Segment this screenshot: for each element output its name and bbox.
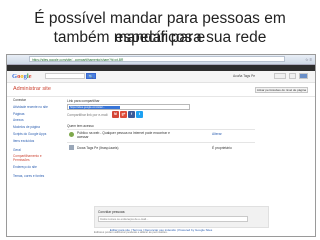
site-header: Google 🔍 Acuña Tags Pe <box>7 71 315 83</box>
admin-sidebar: Conectar Atividade recente no site Págin… <box>13 98 59 182</box>
change-access-link[interactable]: Alterar <box>212 132 222 136</box>
sharing-panel: Link para compartilhar https://sites.goo… <box>67 99 311 234</box>
sidebar-item-deleted-items[interactable]: Itens excluídos <box>13 139 59 144</box>
twitter-icon[interactable]: t <box>136 111 143 118</box>
page-title: Administrar site <box>13 86 51 92</box>
facebook-icon[interactable]: f <box>128 111 135 118</box>
sidebar-item-site-address[interactable]: Endereço do site <box>13 165 59 170</box>
invite-label: Convidar pessoas: <box>98 210 126 214</box>
invite-input[interactable] <box>98 216 248 222</box>
owner-role: É proprietário <box>212 146 232 150</box>
user-name[interactable]: Acuña Tags Pe <box>233 74 255 78</box>
sidebar-item-general[interactable]: Geral <box>13 148 59 153</box>
search-input[interactable] <box>45 73 85 79</box>
sidebar-item-recent-activity[interactable]: Atividade recente no site <box>13 105 59 110</box>
page-permissions-button[interactable]: Ativar permissões do nível de página <box>255 87 308 93</box>
person-icon <box>69 145 74 150</box>
sidebar-item-conectar[interactable]: Conectar <box>13 98 59 103</box>
notifications-button[interactable] <box>289 73 296 79</box>
sidebar-item-themes[interactable]: Temas, cores e fontes <box>13 174 59 179</box>
browser-menu-icon[interactable]: ☆ ≡ <box>305 57 312 62</box>
sidebar-item-attachments[interactable]: Anexos <box>13 119 59 123</box>
site-footer[interactable]: Editar para site | Termos | Denunciar us… <box>7 228 315 232</box>
screenshot-frame: https://sites.google.com/site/...compart… <box>6 54 316 237</box>
share-button[interactable] <box>274 73 286 79</box>
slide-title-line-2: também mandar para sua rede <box>53 29 267 46</box>
sidebar-item-sharing[interactable]: Compartilhamento e Permissões <box>13 155 59 163</box>
owner-name: Dowa Tags Pe (Itrasp-iaaris) <box>77 146 119 150</box>
globe-icon <box>69 132 74 137</box>
address-bar[interactable]: https://sites.google.com/site/...compart… <box>29 56 285 62</box>
share-link-field[interactable]: https://sites.google.com/site/... <box>67 104 190 110</box>
gmail-icon[interactable]: M <box>112 111 119 118</box>
google-plus-icon[interactable]: g+ <box>120 111 127 118</box>
share-link-label: Link para compartilhar <box>67 99 100 103</box>
admin-bar: Administrar site Ativar permissões do ní… <box>7 83 315 97</box>
public-access-text: Público na web - Qualquer pessoa na Inte… <box>77 131 170 139</box>
share-link-value: https://sites.google.com/site/... <box>69 106 120 109</box>
invite-people-box: Convidar pessoas: <box>94 206 269 228</box>
browser-toolbar: https://sites.google.com/site/...compart… <box>7 55 315 71</box>
sidebar-item-apps-scripts[interactable]: Scripts do Google Apps <box>13 132 59 137</box>
sidebar-item-pages[interactable]: Páginas <box>13 112 59 117</box>
avatar[interactable] <box>299 73 308 79</box>
share-with-label: Compartilhar link por e-mail: <box>67 113 109 117</box>
divider <box>67 129 255 130</box>
divider <box>67 142 255 143</box>
search-button[interactable]: 🔍 <box>86 73 96 79</box>
sidebar-item-page-templates[interactable]: Modelos de página <box>13 125 59 130</box>
who-has-access-label: Quem tem acesso <box>67 124 94 128</box>
google-logo[interactable]: Google <box>12 73 32 80</box>
